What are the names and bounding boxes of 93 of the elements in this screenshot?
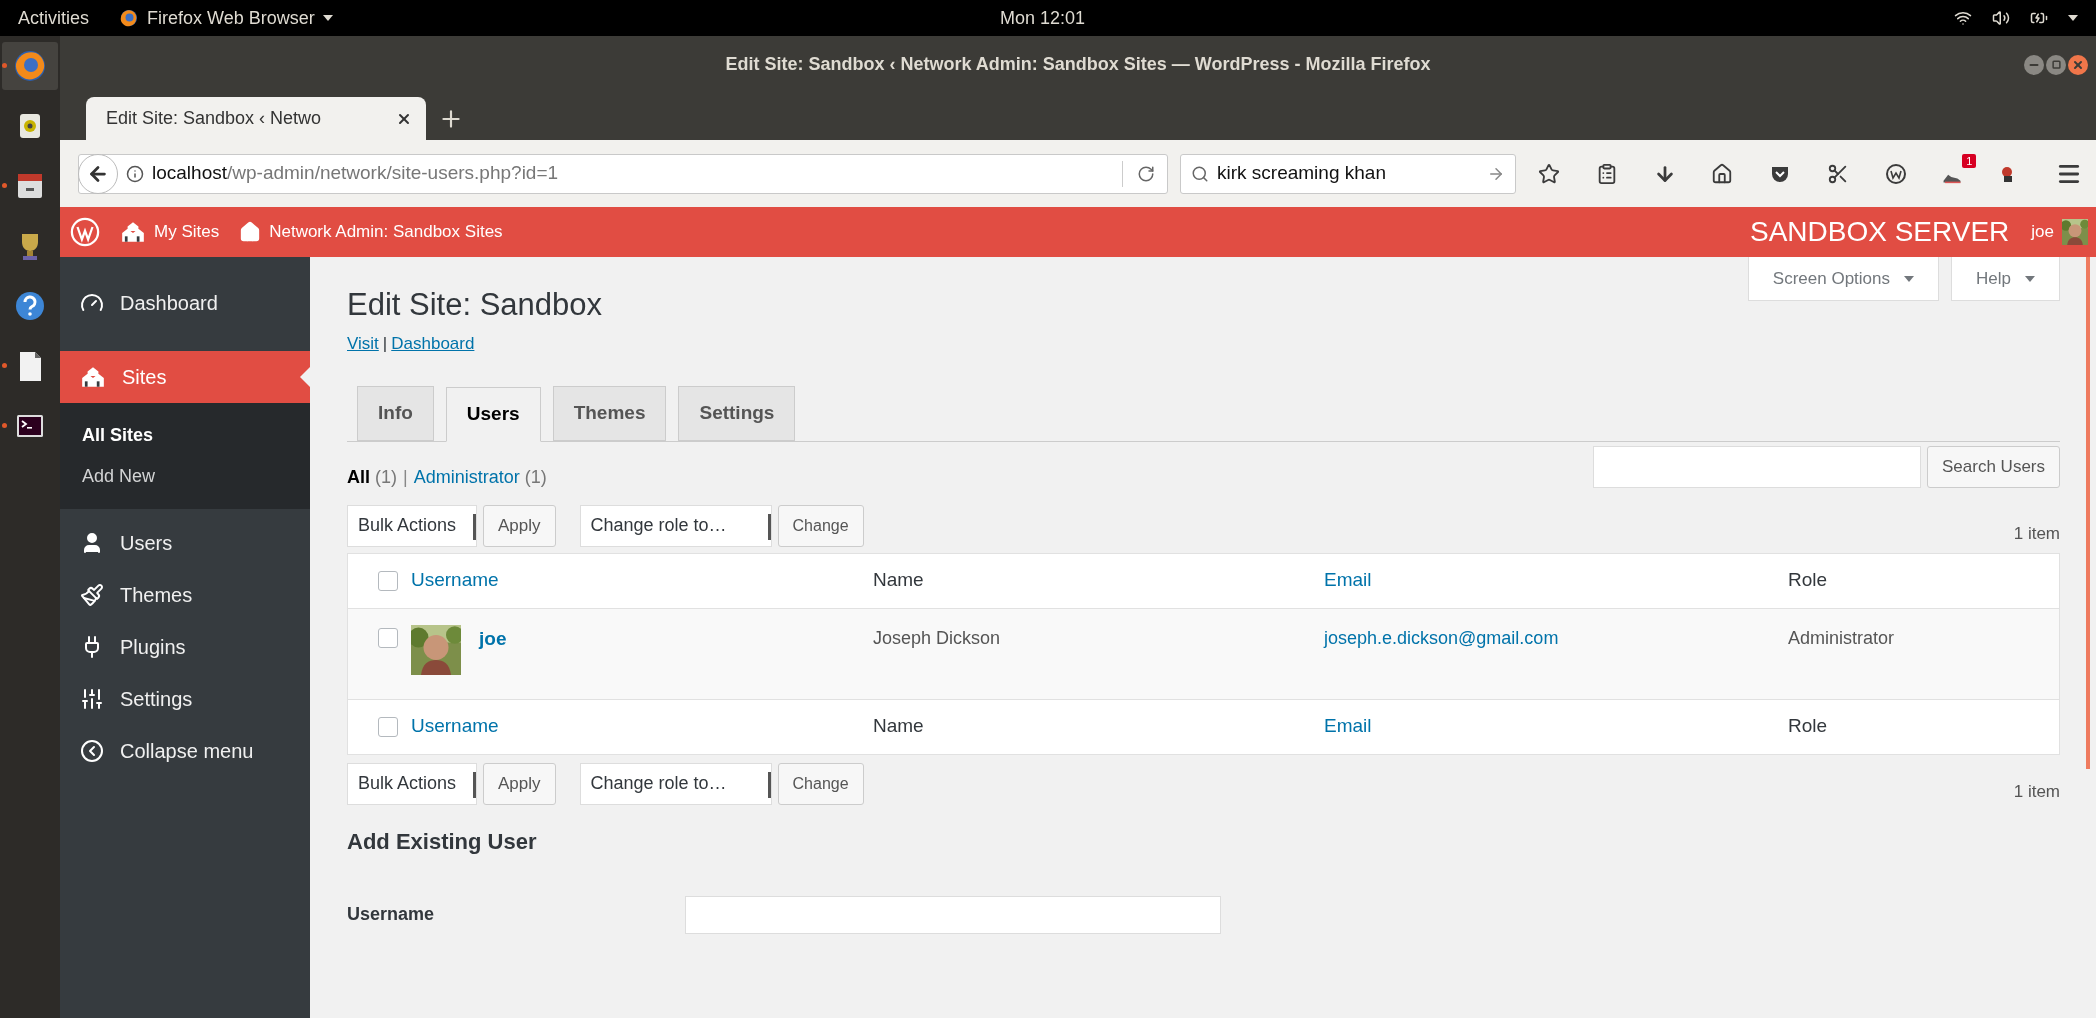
info-icon[interactable] [126, 164, 144, 183]
screen-meta-toggle[interactable]: Help [1951, 257, 2060, 301]
table-cell: Administrator [1788, 627, 1895, 648]
apply-button[interactable]: Apply [483, 504, 556, 547]
volume-icon[interactable] [1992, 9, 2010, 27]
item-count: 1 item [2013, 781, 2060, 803]
caret-icon [2025, 275, 2035, 282]
filter-separator: | [403, 465, 408, 489]
submenu-item[interactable]: All Sites [60, 415, 310, 456]
activities-button[interactable]: Activities [18, 4, 89, 32]
sidebar-item[interactable]: Plugins [60, 621, 310, 673]
wordpress-logo[interactable] [70, 217, 100, 247]
checkbox[interactable] [378, 627, 398, 648]
email-address-link[interactable]: joseph.e.dickson@gmail.com [1324, 627, 1559, 648]
visit-link[interactable]: Visit [347, 331, 379, 357]
clock[interactable]: Mon 12:01 [1000, 4, 1086, 32]
square-icon [2051, 60, 2061, 69]
item-count: 1 item [2013, 523, 2060, 545]
sidebar-item[interactable]: Sites [60, 351, 310, 403]
back-button[interactable] [78, 153, 118, 194]
minimize-button[interactable] [2024, 54, 2044, 75]
dashboard-link[interactable]: Dashboard [391, 331, 475, 357]
field-label: Username [347, 903, 436, 926]
table-cell: Joseph Dickson [873, 627, 1001, 648]
screen-meta-toggle[interactable]: Screen Options [1747, 257, 1940, 301]
caret-icon [1904, 275, 1915, 282]
close-icon [2072, 58, 2084, 71]
nav-tab[interactable]: Users [445, 386, 541, 442]
caret-icon [2068, 15, 2078, 21]
site-label: SANDBOX SERVER [1749, 215, 2010, 249]
change-button[interactable]: Change [777, 504, 864, 547]
search-users-button[interactable]: Search Users [1927, 446, 2060, 488]
window-title: Edit Site: Sandbox ‹ Network Admin: Sandbox Sites — WordPress - Mozilla Firefox [725, 53, 1431, 76]
column-header: Role [1788, 714, 1828, 739]
houses-icon [120, 221, 146, 243]
nav-tab[interactable]: Info [357, 385, 434, 441]
home-icon [239, 221, 262, 243]
collapse-icon [80, 739, 104, 763]
sidebar-item[interactable]: Settings [60, 673, 310, 725]
sidebar-item[interactable]: Dashboard [60, 277, 310, 329]
houses-icon [80, 366, 106, 388]
notification-badge: 1 [1962, 153, 1977, 168]
bulk-actions-select[interactable]: Bulk Actions [347, 504, 477, 547]
maximize-button[interactable] [2046, 54, 2066, 75]
column-sort-link[interactable]: Username [411, 566, 499, 595]
home-icon[interactable] [1711, 162, 1734, 185]
firefox-icon[interactable] [12, 48, 48, 84]
change-role-select[interactable]: Change role to… [579, 762, 772, 805]
search-field[interactable]: kirk screaming khan [1180, 153, 1516, 194]
bulk-actions-select[interactable]: Bulk Actions [347, 762, 477, 805]
user-login-link[interactable]: joe [479, 624, 507, 653]
section-heading: Add Existing User [347, 827, 538, 856]
sliders-icon [80, 687, 104, 711]
role-filter-link[interactable]: All (1) [347, 463, 398, 491]
circle-w-icon[interactable] [1884, 162, 1907, 185]
wifi-icon[interactable] [1954, 9, 1972, 27]
browser-tab[interactable]: Edit Site: Sandbox ‹ Netwo [86, 97, 426, 140]
role-filter-link[interactable]: Administrator (1) [413, 463, 547, 491]
page-title: Edit Site: Sandbox [347, 286, 604, 324]
nav-tab[interactable]: Settings [678, 385, 796, 441]
firefox-icon [119, 8, 139, 28]
username-field[interactable] [685, 895, 1221, 934]
column-sort-link[interactable]: Username [411, 712, 499, 741]
column-sort-link[interactable]: Email [1324, 712, 1372, 741]
close-button[interactable] [2068, 54, 2088, 75]
change-role-select[interactable]: Change role to… [579, 504, 772, 547]
scissors-icon[interactable] [1826, 162, 1849, 185]
checkbox[interactable] [378, 570, 398, 591]
reload-icon[interactable] [1137, 164, 1155, 183]
column-header: Role [1788, 568, 1828, 593]
sidebar-item[interactable]: Themes [60, 569, 310, 621]
search-icon [1191, 164, 1209, 183]
url-text: localhost/wp-admin/network/site-users.php?id=1 [152, 161, 559, 186]
sidebar-item[interactable]: Users [60, 517, 310, 569]
search-users-field[interactable] [1593, 446, 1921, 488]
caret-icon [322, 15, 333, 21]
link-separator: | [382, 333, 388, 355]
change-button[interactable]: Change [777, 762, 864, 805]
app-menu[interactable]: Firefox Web Browser [119, 4, 333, 32]
nav-tab[interactable]: Themes [552, 385, 667, 441]
column-header: Name [873, 568, 924, 593]
sidebar-item[interactable]: Collapse menu [60, 725, 310, 777]
admin-bar-link[interactable]: Network Admin: Sandbox Sites [239, 219, 503, 245]
url-field[interactable]: localhost/wp-admin/network/site-users.php?id=1 [78, 153, 1168, 194]
submenu-item[interactable]: Add New [60, 456, 310, 497]
apply-button[interactable]: Apply [483, 762, 556, 805]
checkbox[interactable] [378, 716, 398, 737]
user-menu[interactable]: joe [2031, 219, 2088, 245]
column-sort-link[interactable]: Email [1324, 566, 1372, 595]
star-icon[interactable] [1538, 162, 1560, 185]
paintbrush-icon [80, 583, 104, 607]
admin-bar-link[interactable]: My Sites [120, 219, 220, 245]
column-header: Name [873, 714, 924, 739]
